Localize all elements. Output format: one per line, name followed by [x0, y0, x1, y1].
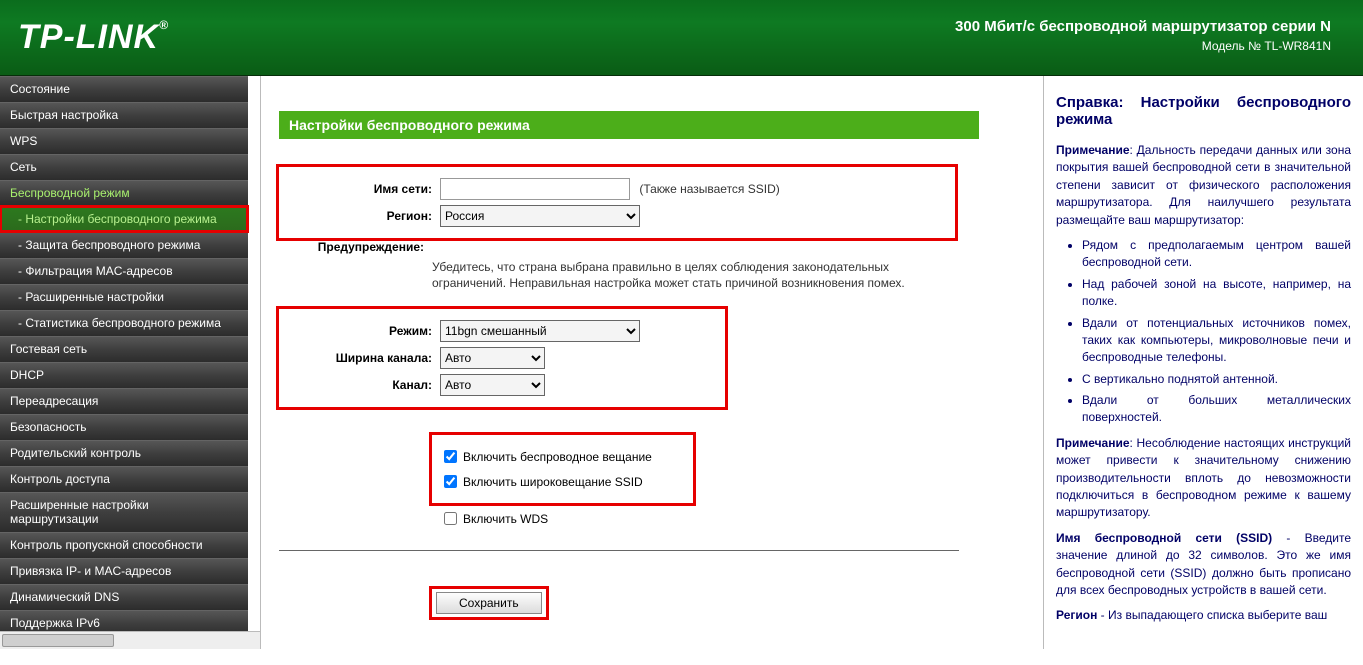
broadcast-label: Включить беспроводное вещание: [463, 450, 652, 464]
channel-label: Канал:: [287, 378, 440, 392]
ssid-input[interactable]: [440, 178, 630, 200]
help-list-item: С вертикально поднятой антенной.: [1082, 371, 1351, 388]
sidebar-item[interactable]: - Расширенные настройки: [0, 284, 248, 310]
sidebar-item[interactable]: DHCP: [0, 362, 248, 388]
broadcast-checkbox[interactable]: [444, 450, 457, 463]
help-note-2: Примечание: Несоблюдение настоящих инстр…: [1056, 435, 1351, 522]
highlight-section-network: Имя сети: (Также называется SSID) Регион…: [279, 167, 955, 238]
trademark: ®: [159, 18, 169, 32]
ssid-broadcast-checkbox[interactable]: [444, 475, 457, 488]
channel-select[interactable]: Авто: [440, 374, 545, 396]
help-list-item: Рядом с предполагаемым центром вашей бес…: [1082, 237, 1351, 272]
wds-label: Включить WDS: [463, 512, 548, 526]
header-product-block: 300 Мбит/с беспроводной маршрутизатор се…: [955, 18, 1331, 53]
sidebar-item[interactable]: Состояние: [0, 76, 248, 102]
sidebar-item[interactable]: Контроль доступа: [0, 466, 248, 492]
sidebar-item[interactable]: Быстрая настройка: [0, 102, 248, 128]
warning-label: Предупреждение:: [279, 240, 432, 254]
save-button[interactable]: Сохранить: [436, 592, 542, 614]
sidebar-item[interactable]: Контроль пропускной способности: [0, 532, 248, 558]
help-list-item: Вдали от потенциальных источников помех,…: [1082, 315, 1351, 367]
highlight-section-checks: Включить беспроводное вещание Включить ш…: [432, 435, 693, 503]
chwidth-label: Ширина канала:: [287, 351, 440, 365]
help-title: Справка: Настройки беспроводного режима: [1056, 94, 1351, 128]
sidebar-item[interactable]: Беспроводной режим: [0, 180, 248, 206]
sidebar-item[interactable]: Безопасность: [0, 414, 248, 440]
page-title: Настройки беспроводного режима: [279, 111, 979, 139]
sidebar-item[interactable]: Переадресация: [0, 388, 248, 414]
help-panel[interactable]: Справка: Настройки беспроводного режима …: [1043, 76, 1363, 649]
ssid-label: Имя сети:: [287, 182, 440, 196]
help-note-1: Примечание: Дальность передачи данных ил…: [1056, 142, 1351, 229]
main-content[interactable]: Настройки беспроводного режима Имя сети:…: [261, 76, 1043, 649]
mode-label: Режим:: [287, 324, 440, 338]
sidebar-item[interactable]: Гостевая сеть: [0, 336, 248, 362]
sidebar-item[interactable]: - Настройки беспроводного режима: [0, 206, 248, 232]
warning-text: Убедитесь, что страна выбрана правильно …: [432, 259, 959, 291]
product-title: 300 Мбит/с беспроводной маршрутизатор се…: [955, 18, 1331, 35]
sidebar-item[interactable]: Расширенные настройки маршрутизации: [0, 492, 248, 532]
mode-select[interactable]: 11bgn смешанный: [440, 320, 640, 342]
sidebar-item[interactable]: Динамический DNS: [0, 584, 248, 610]
ssid-broadcast-label: Включить широковещание SSID: [463, 475, 643, 489]
chwidth-select[interactable]: Авто: [440, 347, 545, 369]
help-ssid: Имя беспроводной сети (SSID) - Введите з…: [1056, 530, 1351, 600]
wds-checkbox[interactable]: [444, 512, 457, 525]
highlight-section-mode: Режим: 11bgn смешанный Ширина канала: Ав…: [279, 309, 725, 407]
sidebar-item[interactable]: Сеть: [0, 154, 248, 180]
sidebar-h-scrollbar[interactable]: [0, 631, 260, 649]
help-list: Рядом с предполагаемым центром вашей бес…: [1056, 237, 1351, 427]
sidebar-item[interactable]: WPS: [0, 128, 248, 154]
sidebar[interactable]: СостояниеБыстрая настройкаWPSСетьБеспров…: [0, 76, 261, 649]
help-list-item: Вдали от больших металлических поверхнос…: [1082, 392, 1351, 427]
sidebar-item[interactable]: Родительский контроль: [0, 440, 248, 466]
ssid-hint: (Также называется SSID): [639, 182, 779, 196]
sidebar-item[interactable]: - Статистика беспроводного режима: [0, 310, 248, 336]
sidebar-item[interactable]: Привязка IP- и MAC-адресов: [0, 558, 248, 584]
header: TP-LINK® 300 Мбит/с беспроводной маршрут…: [0, 0, 1363, 76]
region-select[interactable]: Россия: [440, 205, 640, 227]
sidebar-item[interactable]: - Защита беспроводного режима: [0, 232, 248, 258]
highlight-save: Сохранить: [432, 589, 546, 617]
region-label: Регион:: [287, 209, 440, 223]
brand-logo: TP-LINK®: [18, 18, 169, 57]
sidebar-item[interactable]: - Фильтрация MAC-адресов: [0, 258, 248, 284]
help-list-item: Над рабочей зоной на высоте, например, н…: [1082, 276, 1351, 311]
model-number: Модель № TL-WR841N: [955, 39, 1331, 53]
brand-text: TP-LINK: [18, 18, 159, 56]
help-region: Регион - Из выпадающего списка выберите …: [1056, 607, 1351, 624]
